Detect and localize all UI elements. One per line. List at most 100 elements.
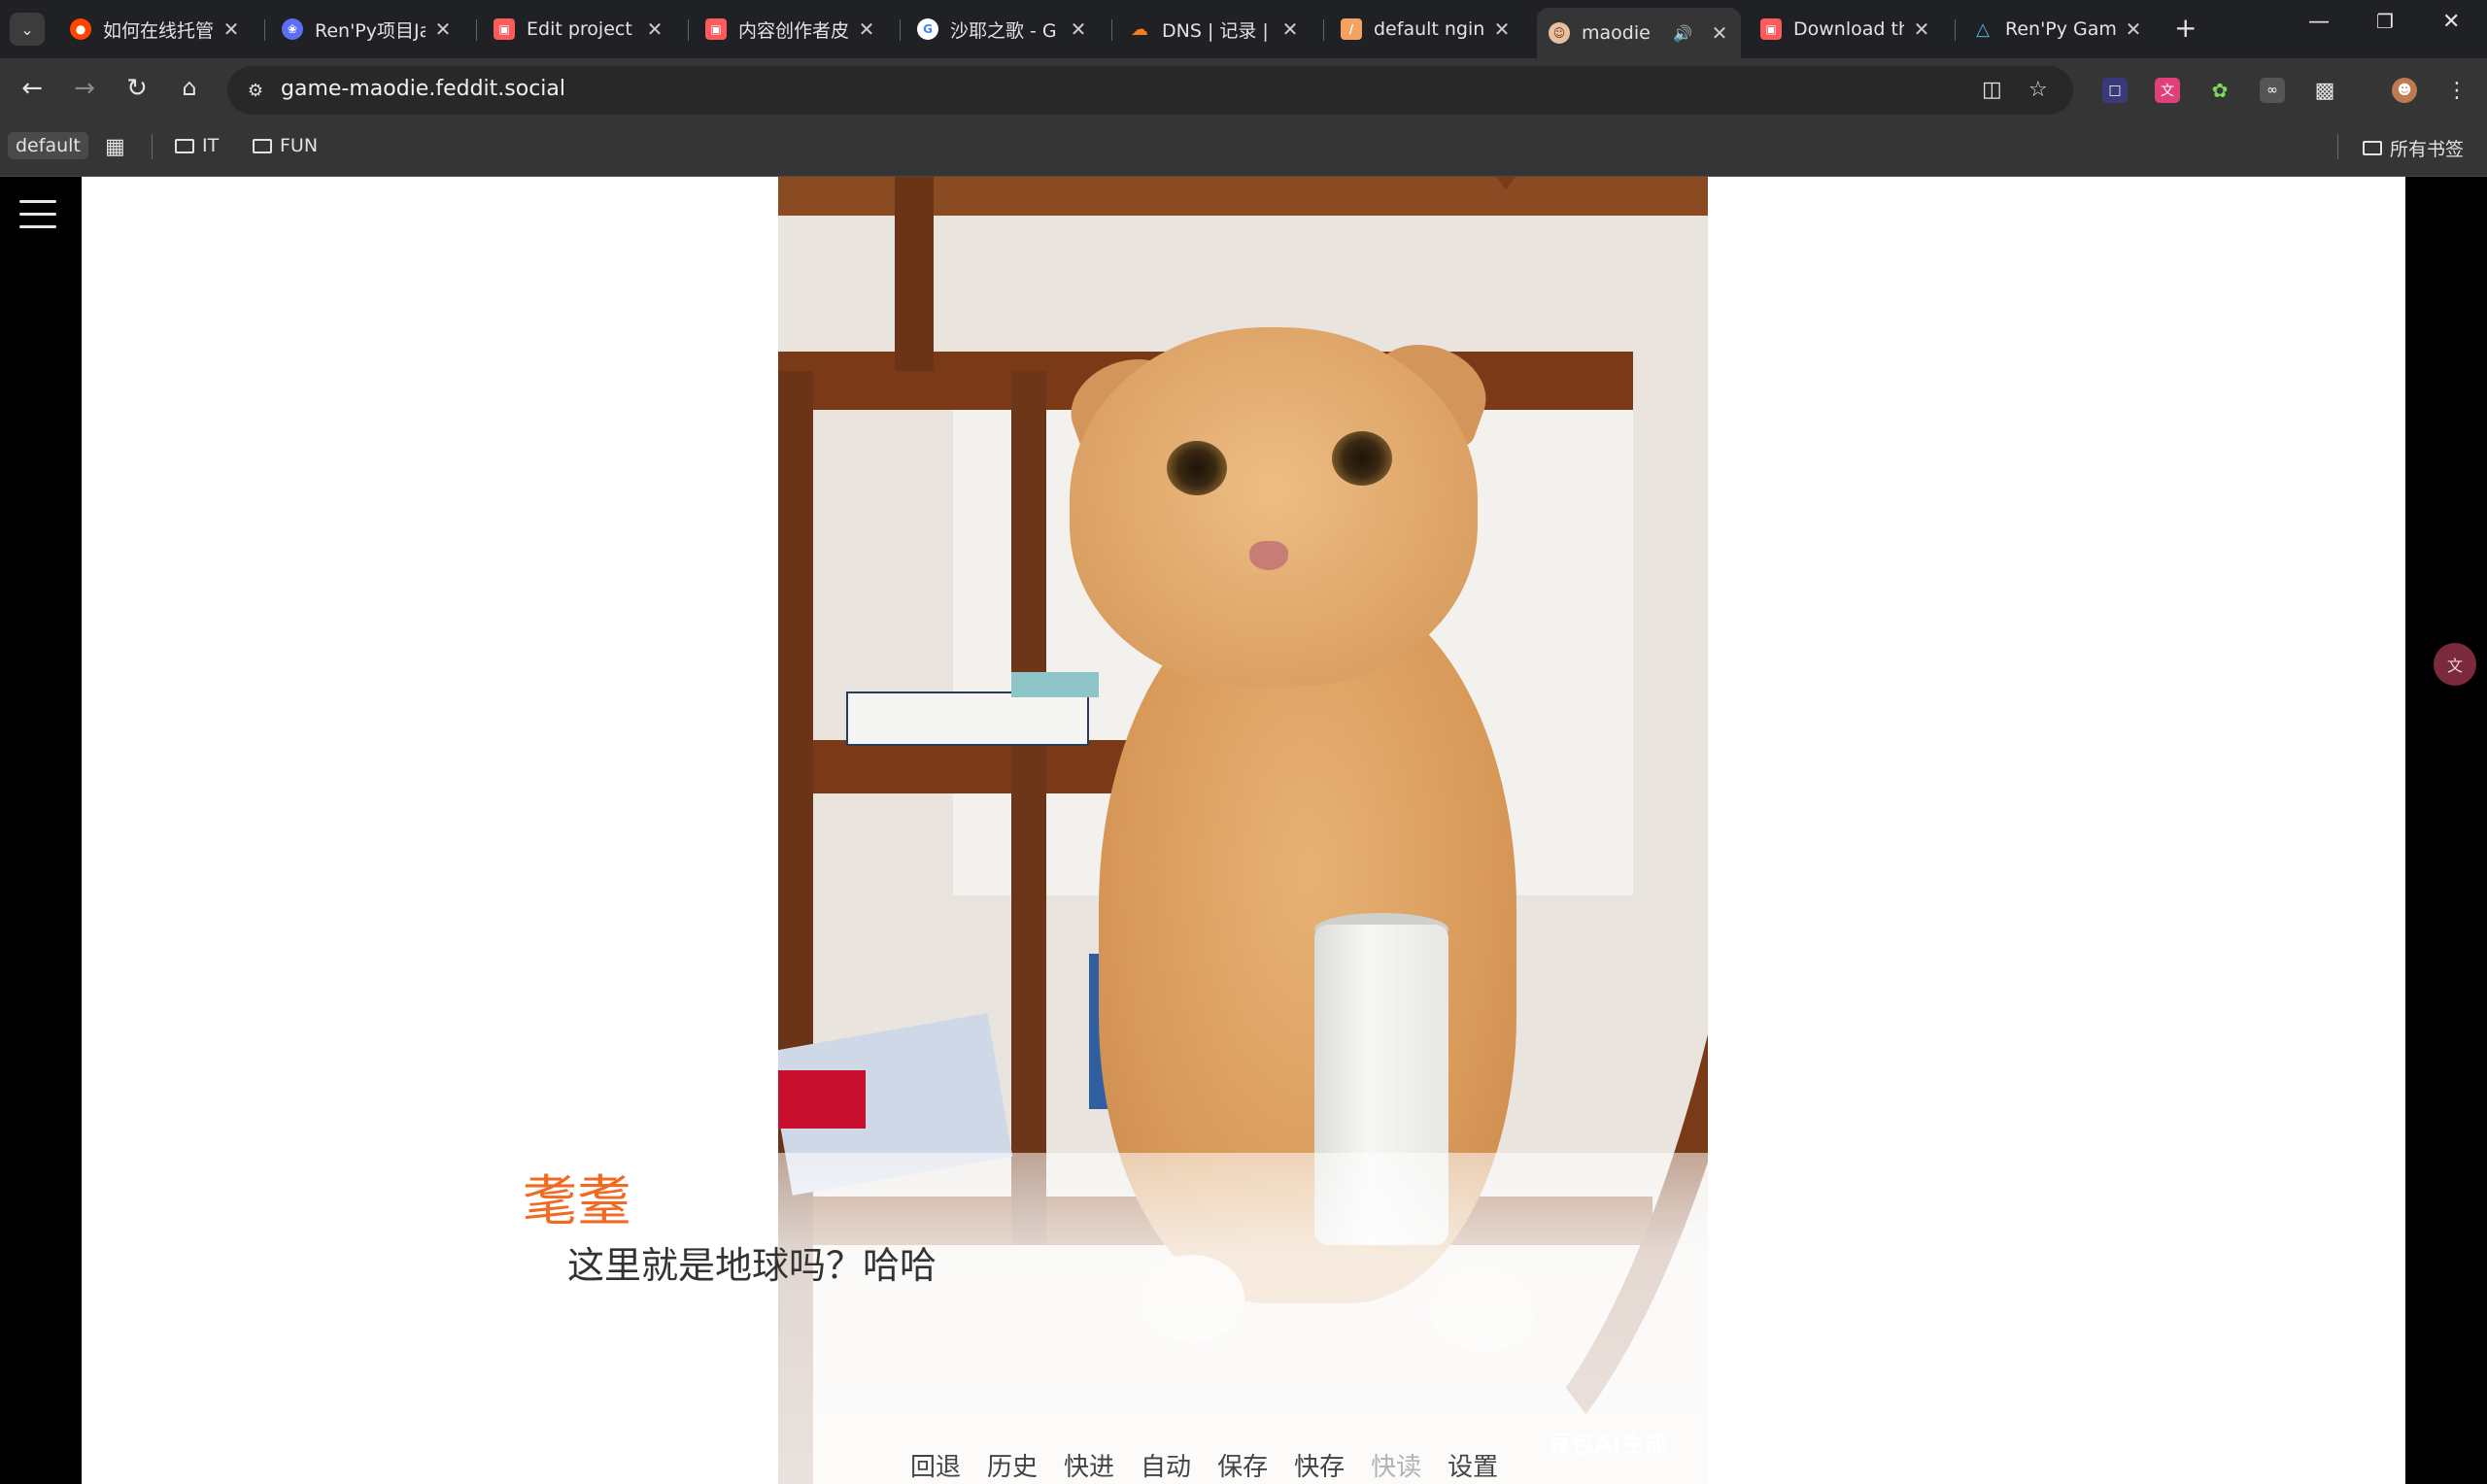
tab-close-icon[interactable]: ✕: [2124, 17, 2143, 41]
window-close-icon[interactable]: ✕: [2442, 10, 2460, 34]
home-icon[interactable]: ⌂: [173, 74, 206, 101]
tab-renpy-ja[interactable]: ❀ Ren'Py项目Ja ✕: [270, 8, 464, 51]
address-bar[interactable]: ⚙ game-maodie.feddit.social ◫ ☆: [227, 66, 2073, 115]
bookmark-folder-it[interactable]: IT: [175, 135, 219, 156]
tab-close-icon[interactable]: ✕: [433, 17, 453, 41]
bookmark-folder-fun[interactable]: FUN: [253, 135, 318, 156]
quick-quicksave-button[interactable]: 快存: [1294, 1447, 1345, 1483]
page-left-margin: [0, 177, 82, 1484]
tab-download[interactable]: ▣ Download th ✕: [1749, 8, 1943, 51]
forward-arrow-icon[interactable]: →: [68, 74, 101, 103]
quick-preferences-button[interactable]: 设置: [1448, 1447, 1498, 1483]
tab-separator: [1955, 19, 1956, 41]
restore-icon[interactable]: ❐: [2376, 10, 2394, 33]
cloudflare-icon: ☁: [1131, 18, 1148, 40]
site-settings-icon[interactable]: ⚙: [243, 78, 268, 103]
back-arrow-icon[interactable]: ←: [16, 74, 49, 103]
tab-close-icon[interactable]: ✕: [645, 17, 664, 41]
all-bookmarks-label: 所有书签: [2390, 139, 2465, 160]
bookmark-folder-label: FUN: [280, 135, 319, 156]
tab-search-chevron-icon[interactable]: ⌄: [10, 13, 45, 46]
tab-title: Ren'Py Gam: [2005, 18, 2116, 40]
itchio-icon: ▣: [494, 18, 515, 40]
tab-close-icon[interactable]: ✕: [221, 17, 241, 41]
tab-separator: [1323, 19, 1324, 41]
quick-menu: 回退 历史 快进 自动 保存 快存 快读 设置: [910, 1447, 1524, 1483]
ai-watermark: 豆包AI生成: [1548, 1431, 1668, 1458]
tab-content-creator[interactable]: ▣ 内容创作者皮 ✕: [694, 8, 888, 51]
tab-separator: [476, 19, 477, 41]
nginx-file-icon: /: [1341, 18, 1362, 40]
itchio-icon: ▣: [705, 18, 727, 40]
quick-auto-button[interactable]: 自动: [1141, 1447, 1191, 1483]
renpy-triangle-icon: △: [1976, 18, 1990, 40]
cat-eye: [1167, 441, 1227, 495]
apps-grid-icon[interactable]: ▦: [105, 135, 125, 159]
floating-translate-icon[interactable]: 文: [2434, 643, 2476, 686]
tab-title: 如何在线托管: [103, 19, 214, 42]
shelf-post: [1011, 371, 1046, 1245]
dialogue-text: 这里就是地球吗？哈哈: [567, 1244, 937, 1287]
google-icon: G: [917, 18, 938, 40]
tab-close-icon[interactable]: ✕: [1280, 17, 1300, 41]
dialogue-window[interactable]: [82, 1153, 2405, 1484]
page-right-margin: [2405, 177, 2487, 1484]
speaker-audio-icon[interactable]: 🔊: [1673, 24, 1692, 43]
bookmark-separator: [2337, 134, 2338, 159]
extension-translate-icon[interactable]: 文: [2155, 78, 2180, 103]
renpy-butterfly-icon: ❀: [282, 18, 303, 40]
quick-history-button[interactable]: 历史: [987, 1447, 1038, 1483]
quick-skip-button[interactable]: 快进: [1064, 1447, 1114, 1483]
extension-screenshot-icon[interactable]: □: [2102, 78, 2128, 103]
tab-title: maodie: [1582, 22, 1651, 44]
tab-maodie-active[interactable]: ☺ maodie 🔊 ✕: [1537, 8, 1741, 58]
extension-leaf-icon[interactable]: ✿: [2207, 78, 2232, 103]
package: [778, 1070, 866, 1129]
tab-strip: ⌄ ● 如何在线托管 ✕ ❀ Ren'Py项目Ja ✕ ▣ Edit proje…: [0, 0, 2487, 58]
minimize-icon[interactable]: —: [2308, 10, 2330, 34]
tab-close-icon[interactable]: ✕: [1710, 21, 1729, 45]
cat-head: [1070, 327, 1478, 687]
bookmarks-bar: default ▦ IT FUN 所有书签: [0, 122, 2487, 177]
tab-title: DNS | 记录 |: [1162, 19, 1269, 42]
tab-edit-project[interactable]: ▣ Edit project ✕: [482, 8, 676, 51]
tab-renpy-games[interactable]: △ Ren'Py Gam ✕: [1960, 8, 2155, 51]
bookmark-folder-label: IT: [202, 135, 220, 156]
all-bookmarks[interactable]: 所有书签: [2363, 135, 2464, 161]
quick-save-button[interactable]: 保存: [1217, 1447, 1268, 1483]
install-app-icon[interactable]: ◫: [1982, 78, 2002, 102]
itchio-icon: ▣: [1760, 18, 1782, 40]
tab-close-icon[interactable]: ✕: [1069, 17, 1088, 41]
tab-separator: [688, 19, 689, 41]
hamburger-menu-icon[interactable]: [19, 200, 56, 238]
tab-cloudflare-dns[interactable]: ☁ DNS | 记录 | ✕: [1117, 8, 1312, 51]
profile-chip-default[interactable]: default: [8, 132, 88, 159]
book: [1011, 672, 1099, 697]
new-tab-plus-icon[interactable]: +: [2174, 12, 2197, 44]
folder-icon: [175, 138, 194, 153]
extension-glasses-icon[interactable]: ∞: [2260, 78, 2285, 103]
tab-separator: [1111, 19, 1112, 41]
tab-close-icon[interactable]: ✕: [857, 17, 876, 41]
tab-title: Ren'Py项目Ja: [315, 19, 426, 42]
profile-avatar-icon[interactable]: ☻: [2392, 78, 2417, 103]
tab-google-search[interactable]: G 沙耶之歌 - G ✕: [905, 8, 1100, 51]
extensions-puzzle-icon[interactable]: ▩: [2312, 78, 2337, 103]
tab-default-nginx[interactable]: / default ngin ✕: [1329, 8, 1523, 51]
tab-reddit[interactable]: ● 如何在线托管 ✕: [58, 8, 253, 51]
tab-close-icon[interactable]: ✕: [1492, 17, 1512, 41]
reload-icon[interactable]: ↻: [120, 74, 153, 103]
url-text[interactable]: game-maodie.feddit.social: [281, 77, 565, 101]
maodie-icon: ☺: [1549, 22, 1570, 44]
game-stage[interactable]: 豆包AI生成 耄耋 这里就是地球吗？哈哈 回退 历史 快进 自动 保存 快存 快…: [82, 177, 2405, 1484]
tab-title: 沙耶之歌 - G: [950, 19, 1057, 42]
book: [846, 691, 1089, 746]
cat-nose: [1249, 541, 1288, 570]
bookmark-star-icon[interactable]: ☆: [2028, 78, 2048, 102]
menu-kebab-icon[interactable]: ⋮: [2444, 78, 2470, 103]
shelf-post: [895, 177, 934, 371]
cat-eye: [1332, 431, 1392, 486]
tab-close-icon[interactable]: ✕: [1912, 17, 1931, 41]
quick-rollback-button[interactable]: 回退: [910, 1447, 961, 1483]
reddit-icon: ●: [70, 18, 91, 40]
